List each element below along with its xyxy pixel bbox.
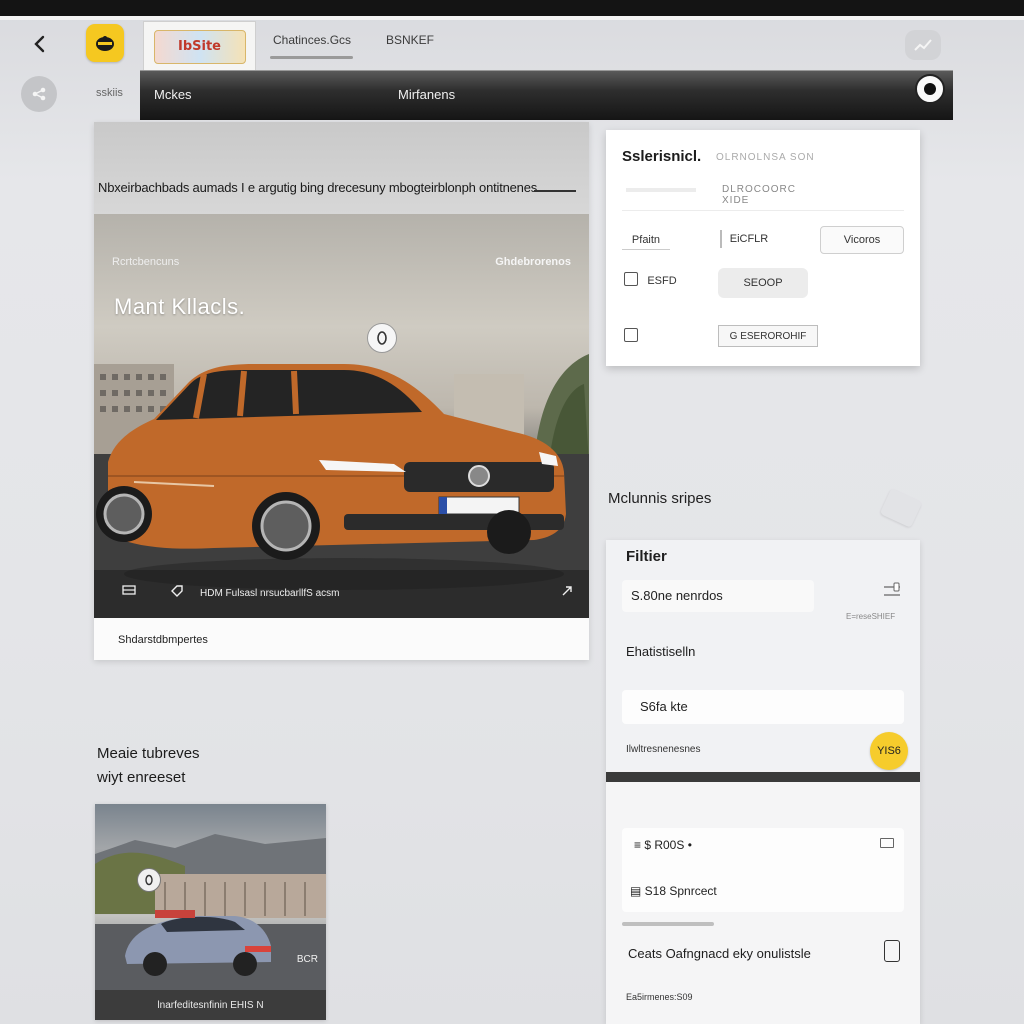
hero-header: Nbxeirbachbads aumads I e argutig bing d… [94,122,589,214]
hero-car-image: Rcrtcbencuns Ghdebrorenos Mant Kllacls. … [94,214,589,618]
bottom-left-title-line2: wiyt enreeset [97,769,186,786]
hero-label-left: Rcrtcbencuns [112,256,180,268]
wide-button[interactable]: G ESEROROHIF [718,325,818,347]
nav-item-mckes[interactable]: Mckes [154,87,192,102]
hero-scene-illustration [94,354,589,618]
price-input[interactable]: S.80ne nenrdos [622,580,814,612]
sports-car-scene [95,834,326,990]
top-window-divider [0,16,1024,20]
nav-item-mirfanens[interactable]: Mirfanens [398,87,455,102]
hero-caption-bar: HDM Fulsasl nrsucbarllfS acsm [94,570,589,618]
tab-chatinces[interactable]: Chatinces.Gcs [273,33,351,47]
faint-bar [626,188,696,192]
logo-icon [96,36,114,51]
phone-icon[interactable] [884,940,900,962]
filter-faint-label: E=reseSHIEF [846,612,896,621]
tab-underline [270,56,353,59]
floating-chip[interactable] [879,488,923,528]
pin-icon [145,874,153,886]
hero-title: Mant Kllacls. [114,294,246,319]
listing-image: BCR [95,804,326,990]
expand-icon[interactable] [560,584,574,598]
filter-subhead: Ehatistiselln [626,644,696,659]
selection-subtitle: OLRNOLNSA SON [716,152,815,163]
checkbox-esfd[interactable] [624,272,638,286]
option-pfaitn[interactable]: Pfaitn [622,230,670,250]
selection-title: Sslerisnicl. [622,148,702,165]
filter-footer-text: Ea5irmenes:S09 [626,992,693,1002]
back-button[interactable] [26,30,54,58]
option-eicflr[interactable]: EiCFLR [720,230,776,248]
result-row-spec: ▤ S18 Spnrcect [630,884,717,898]
hero-label-right: Ghdebrorenos [495,256,571,268]
result-row-price: ≡ $ R00S • [634,838,692,852]
main-navbar: Mckes Mirfanens [140,70,953,120]
share-icon [32,87,46,101]
apply-filter-button[interactable]: YIS6 [870,732,908,770]
selection-divider [622,210,904,211]
listing-caption: lnarfeditesnfinin EHIS N [95,990,326,1020]
option-pill[interactable]: SEOOP [718,268,808,298]
filter-title: Filtier [626,548,667,565]
hero-card[interactable]: Nbxeirbachbads aumads I e argutig bing d… [94,122,589,660]
chevron-left-icon [34,35,45,53]
selection-subtext: DLROCOORC XIDE [722,184,797,206]
side-tag: sskiis [96,87,123,99]
hero-bottom-text: Shdarstdbmpertes [118,634,208,646]
option-esfd[interactable]: ESFD [642,274,682,288]
selection-subrow: DLROCOORC XIDE [626,184,826,206]
hero-caption: HDM Fulsasl nrsucbarllfS acsm [200,588,340,599]
tab-active[interactable]: IbSite [143,21,256,71]
view-button[interactable]: Vicoros [820,226,904,254]
nav-toggle-button[interactable] [915,74,945,104]
tag-icon[interactable] [170,584,184,598]
categories-label: Ceats Oafngnacd eky onulistsle [628,946,811,961]
toggle-dot-icon [924,83,936,95]
selection-card: Sslerisnicl. OLRNOLNSA SON DLROCOORC XID… [606,130,920,366]
listing-card[interactable]: BCR lnarfeditesnfinin EHIS N [95,804,326,1020]
section-title: Mclunnis sripes [608,490,712,507]
bottom-left-title-line1: Meaie tubreves [97,745,200,762]
pin-icon [377,331,387,345]
bottom-left-title: Meaie tubreves wiyt enreeset [97,742,200,790]
filter-panel: Filtier S.80ne nenrdos E=reseSHIEF Ehati… [606,540,920,1024]
hero-headline: Nbxeirbachbads aumads I e argutig bing d… [98,180,538,195]
filter-tiny-text: Ilwltresnenesnes [626,744,701,755]
top-window-bar [0,0,1024,16]
filter-text-input[interactable]: S6fa kte [622,690,904,724]
filter-dark-divider [606,772,920,782]
hero-rule [534,190,576,192]
app-logo[interactable] [86,24,124,62]
tab-active-label: IbSite [153,29,246,64]
chart-icon [914,39,932,51]
checkbox-secondary[interactable] [624,328,638,342]
side-menu-button[interactable] [21,76,57,112]
result-card[interactable]: ≡ $ R00S • ▤ S18 Spnrcect [622,828,904,912]
notifications-button[interactable] [905,30,941,60]
message-icon[interactable] [880,838,894,848]
listing-pin-button[interactable] [137,868,161,892]
sliders-icon[interactable] [882,582,902,600]
tab-bsnkef[interactable]: BSNKEF [386,33,434,47]
grid-icon[interactable] [122,584,136,596]
listing-scene-label: BCR [296,954,318,965]
location-pin-button[interactable] [367,323,397,353]
results-progress-bar [622,922,714,926]
